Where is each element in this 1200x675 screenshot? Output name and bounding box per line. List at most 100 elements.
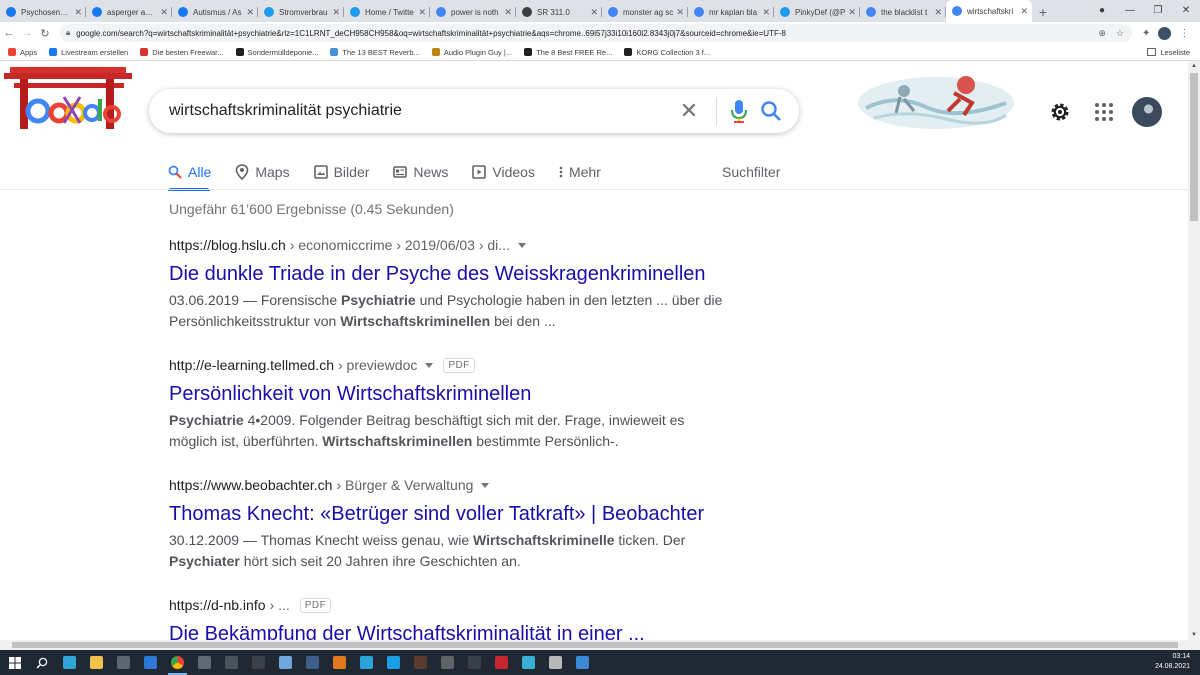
horizontal-scroll-thumb[interactable] <box>12 642 1178 648</box>
bookmark-item[interactable]: Die besten Freewar... <box>140 48 224 57</box>
address-url[interactable]: google.com/search?q=wirtschaftskriminali… <box>76 29 1098 38</box>
close-tab-icon[interactable]: ✕ <box>246 7 254 18</box>
forward-button[interactable]: → <box>18 27 36 39</box>
close-tab-icon[interactable]: ✕ <box>160 7 168 18</box>
browser-tab[interactable]: Stromverbrau ✕ <box>258 2 344 22</box>
back-button[interactable]: ← <box>0 27 18 39</box>
scroll-up-icon[interactable]: ▲ <box>1191 63 1197 69</box>
browser-tab[interactable]: monster ag sc ✕ <box>602 2 688 22</box>
close-tab-icon[interactable]: ✕ <box>590 7 598 18</box>
winamp-icon[interactable] <box>407 650 434 675</box>
tab-news[interactable]: News <box>393 157 448 187</box>
browser-tab[interactable]: Home / Twitte ✕ <box>344 2 430 22</box>
google-doodle-logo[interactable] <box>4 67 132 129</box>
search-input[interactable]: wirtschaftskriminalität psychiatrie <box>169 102 674 120</box>
chrome-icon[interactable] <box>164 650 191 675</box>
system-clock[interactable]: 03:14 24.08.2021 <box>1155 652 1190 672</box>
bookmark-item[interactable]: Livestream erstellen <box>49 48 128 57</box>
result-title-link[interactable]: Persönlichkeit von Wirtschaftskriminelle… <box>169 381 729 407</box>
search-box[interactable]: wirtschaftskriminalität psychiatrie ✕ <box>149 89 799 133</box>
tab-mehr[interactable]: Mehr <box>559 157 601 187</box>
close-tab-icon[interactable]: ✕ <box>762 7 770 18</box>
keyboard-icon[interactable] <box>434 650 461 675</box>
bookmark-item[interactable]: Apps <box>8 48 37 57</box>
close-tab-icon[interactable]: ✕ <box>418 7 426 18</box>
close-tab-icon[interactable]: ✕ <box>332 7 340 18</box>
result-url[interactable]: https://d-nb.info › ... PDF <box>169 595 729 615</box>
bookmark-item[interactable]: Audio Plugin Guy |... <box>431 48 512 57</box>
vertical-scrollbar[interactable]: ▲ ▼ <box>1188 61 1200 640</box>
result-menu-icon[interactable] <box>517 242 526 248</box>
close-tab-icon[interactable]: ✕ <box>676 7 684 18</box>
close-tab-icon[interactable]: ✕ <box>848 7 856 18</box>
clear-search-icon[interactable]: ✕ <box>674 100 704 122</box>
microphone-icon[interactable] <box>727 99 751 123</box>
google-apps-icon[interactable] <box>1092 100 1116 124</box>
tab-maps[interactable]: Maps <box>235 157 290 187</box>
browser-tab[interactable]: power is noth ✕ <box>430 2 516 22</box>
browser-tab[interactable]: asperger autis ✕ <box>86 2 172 22</box>
vlc-icon[interactable] <box>218 650 245 675</box>
jdownloader-icon[interactable] <box>326 650 353 675</box>
bookmark-star-icon[interactable]: ☆ <box>1116 28 1124 39</box>
search-icon[interactable] <box>29 650 56 675</box>
browser-tab[interactable]: Autismus / As ✕ <box>172 2 258 22</box>
start-icon[interactable] <box>2 650 29 675</box>
lock-icon[interactable]: 🔒︎ <box>66 28 70 38</box>
store-icon[interactable] <box>110 650 137 675</box>
result-url[interactable]: https://blog.hslu.ch › economiccrime › 20… <box>169 235 729 255</box>
result-url[interactable]: https://www.beobachter.ch › Bürger & Verw… <box>169 475 729 495</box>
browser-tab[interactable]: Psychosen&Ce ✕ <box>0 2 86 22</box>
profile-avatar[interactable] <box>1158 26 1172 40</box>
profile-menu-icon[interactable]: ● <box>1088 5 1116 16</box>
result-menu-icon[interactable] <box>481 482 490 488</box>
window-icon[interactable] <box>542 650 569 675</box>
vertical-scroll-thumb[interactable] <box>1190 73 1198 221</box>
reading-list-button[interactable]: Leseliste <box>1147 44 1190 60</box>
result-menu-icon[interactable] <box>425 362 434 368</box>
account-avatar[interactable] <box>1132 97 1162 127</box>
tab-videos[interactable]: Videos <box>472 157 535 187</box>
chrome-menu-icon[interactable]: ⋮ <box>1179 28 1189 39</box>
browser-tab[interactable]: PinkyDef (@P ✕ <box>774 2 860 22</box>
close-tab-icon[interactable]: ✕ <box>1020 6 1028 17</box>
photos-icon[interactable] <box>299 650 326 675</box>
skype-icon[interactable] <box>380 650 407 675</box>
bookmark-item[interactable]: The 8 Best FREE Re... <box>524 48 612 57</box>
close-tab-icon[interactable]: ✕ <box>934 7 942 18</box>
browser-tab[interactable]: mr kaplan bla ✕ <box>688 2 774 22</box>
horizontal-scrollbar[interactable] <box>0 640 1200 650</box>
close-tab-icon[interactable]: ✕ <box>74 7 82 18</box>
tab-alle[interactable]: Alle <box>168 157 211 187</box>
result-url[interactable]: http://e-learning.tellmed.ch › previewdoc… <box>169 355 729 375</box>
mouse-icon[interactable] <box>191 650 218 675</box>
bookmark-item[interactable]: KORG Collection 3 f... <box>624 48 710 57</box>
media-icon[interactable] <box>488 650 515 675</box>
browser-tab[interactable]: the blacklist t ✕ <box>860 2 946 22</box>
cloud-icon[interactable] <box>272 650 299 675</box>
telegram-icon[interactable] <box>353 650 380 675</box>
live-icon[interactable] <box>245 650 272 675</box>
reload-button[interactable]: ↻ <box>36 27 54 40</box>
extensions-icon[interactable]: ✦ <box>1142 28 1150 39</box>
bookmark-item[interactable]: The 13 BEST Reverb... <box>330 48 420 57</box>
edge-icon[interactable] <box>56 650 83 675</box>
tab-bilder[interactable]: Bilder <box>313 157 369 187</box>
result-title-link[interactable]: Thomas Knecht: «Betrüger sind voller Tat… <box>169 501 729 527</box>
tool-icon[interactable] <box>461 650 488 675</box>
app-icon[interactable] <box>569 650 596 675</box>
close-tab-icon[interactable]: ✕ <box>504 7 512 18</box>
browser-tab[interactable]: SR 311.0 ✕ <box>516 2 602 22</box>
browser-tab[interactable]: wirtschaftskri ✕ <box>946 0 1032 22</box>
settings-gear-icon[interactable] <box>1048 100 1072 124</box>
address-bar[interactable]: 🔒︎ google.com/search?q=wirtschaftskrimin… <box>60 24 1132 42</box>
scroll-down-icon[interactable]: ▼ <box>1191 632 1197 638</box>
folder-icon[interactable] <box>83 650 110 675</box>
search-submit-icon[interactable] <box>751 100 791 122</box>
mail-icon[interactable] <box>137 650 164 675</box>
result-title-link[interactable]: Die Bekämpfung der Wirtschaftskriminalit… <box>169 621 729 640</box>
result-title-link[interactable]: Die dunkle Triade in der Psyche des Weis… <box>169 261 729 287</box>
chat-icon[interactable] <box>515 650 542 675</box>
close-window-button[interactable]: ✕ <box>1172 5 1200 16</box>
search-filter-button[interactable]: Suchfilter <box>722 157 780 187</box>
